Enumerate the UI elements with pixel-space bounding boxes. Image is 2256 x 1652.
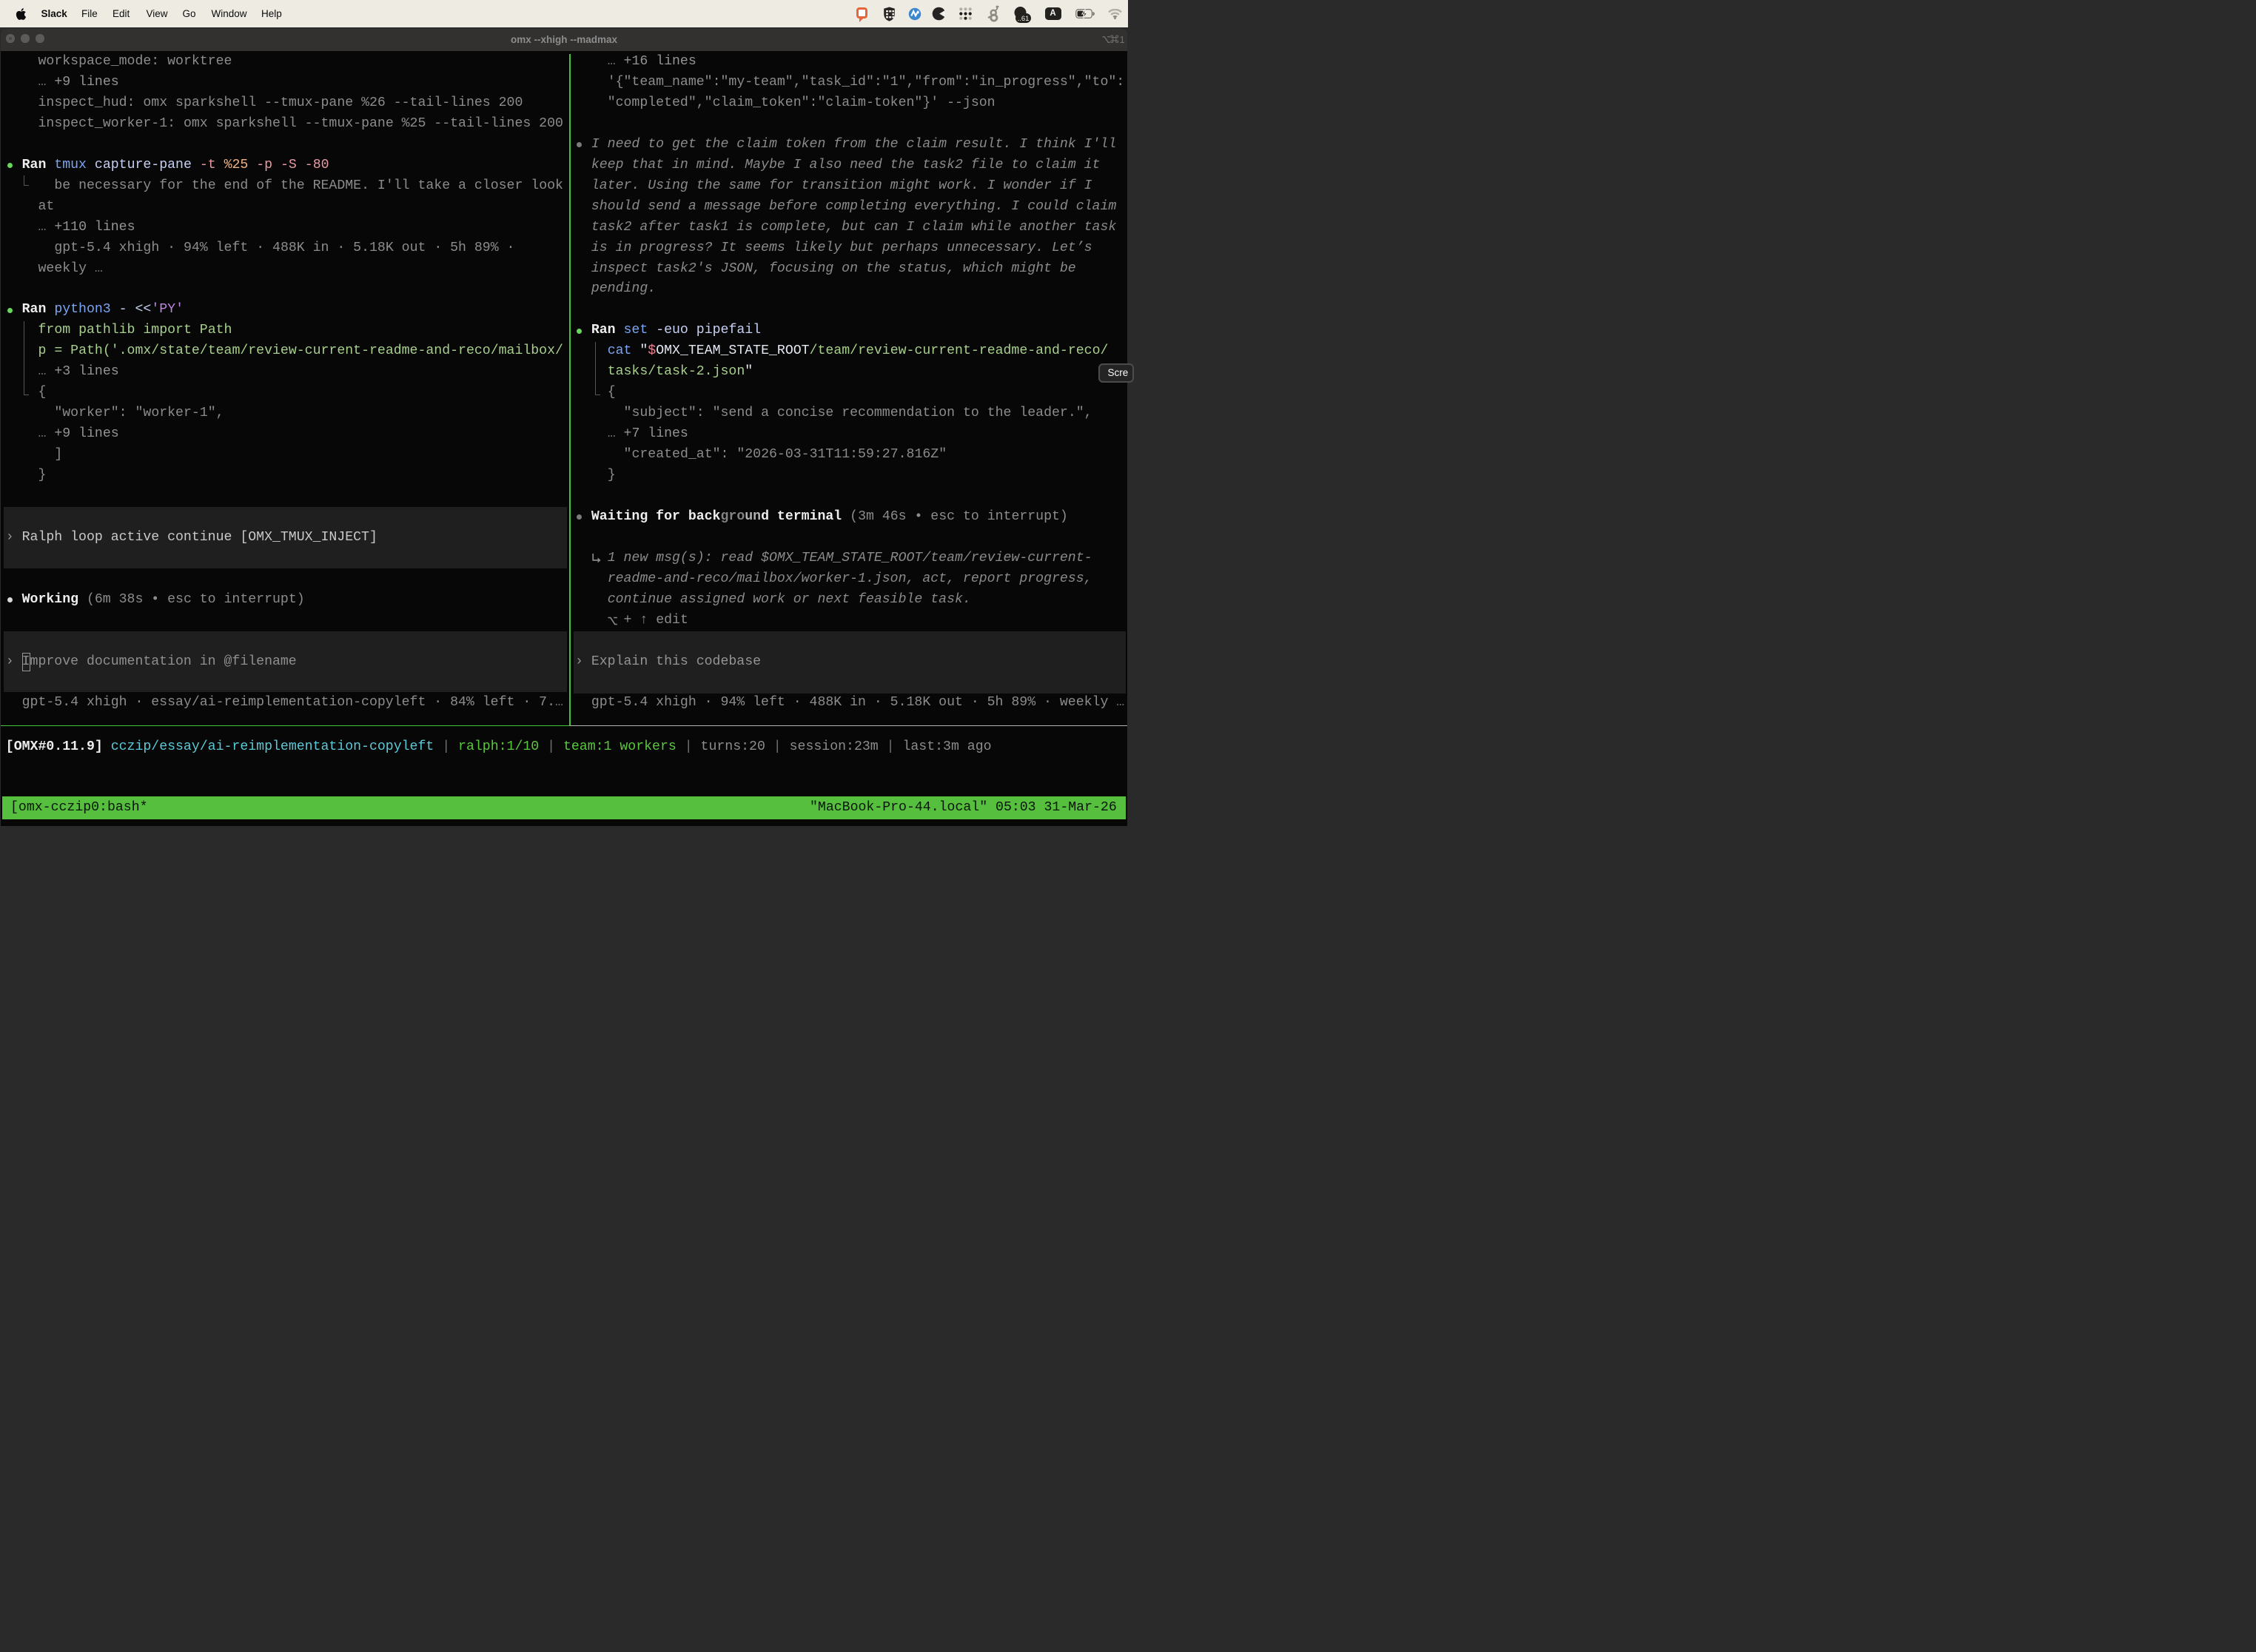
svg-text:..61: ..61: [1018, 15, 1030, 23]
